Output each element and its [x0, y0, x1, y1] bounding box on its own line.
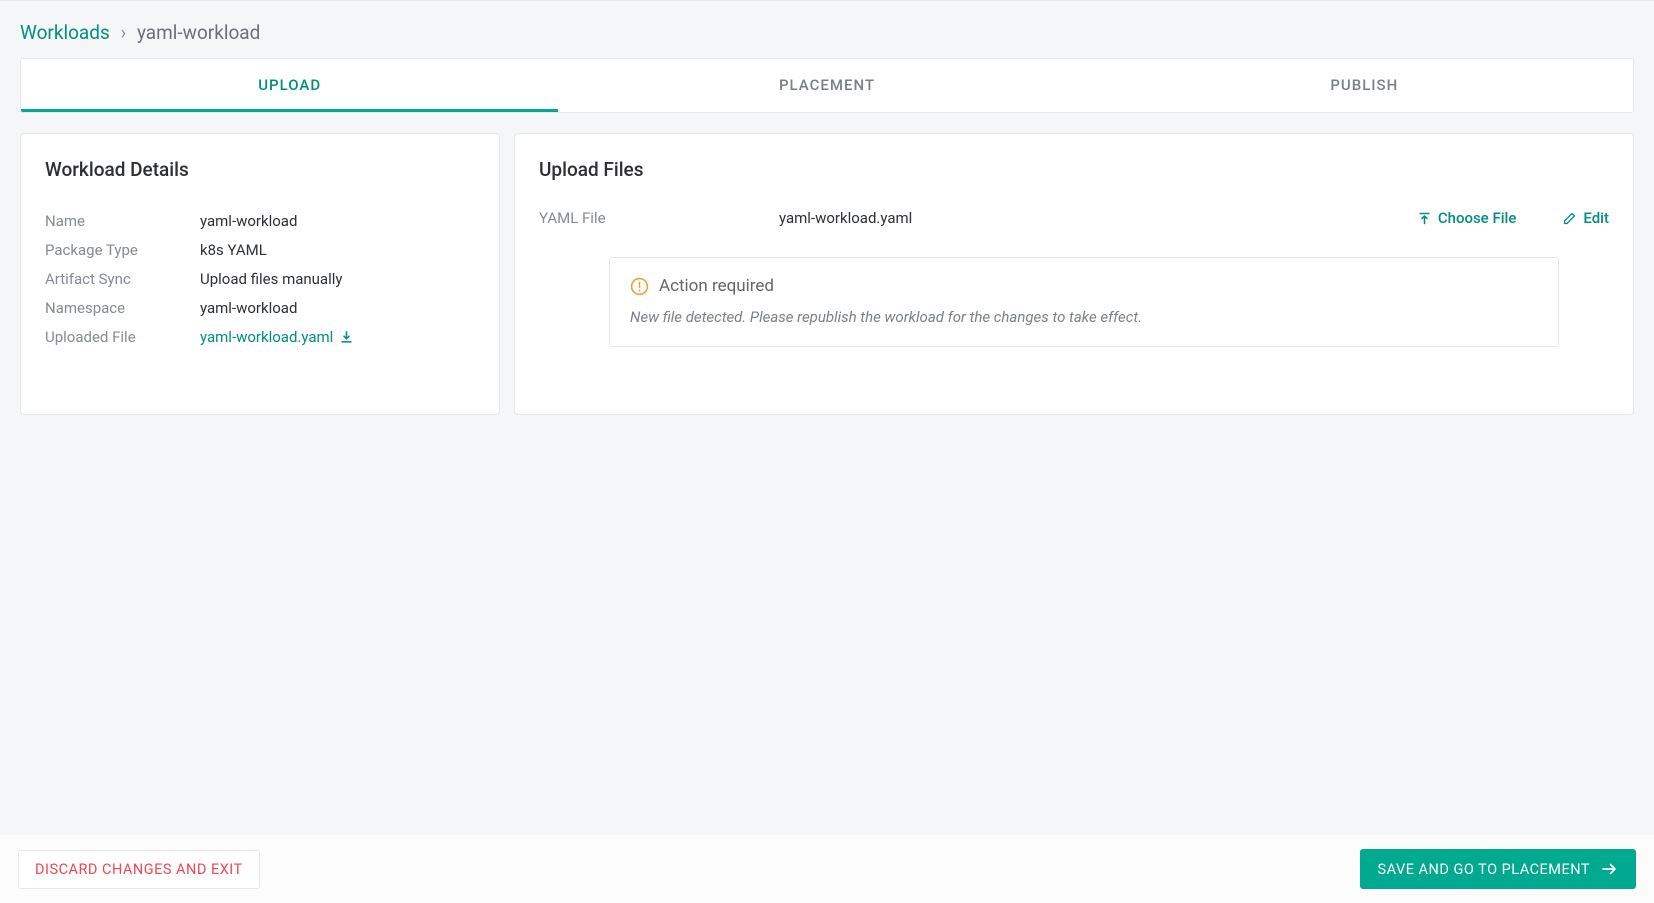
tab-publish[interactable]: PUBLISH: [1096, 59, 1633, 112]
detail-value-artifact-sync: Upload files manually: [200, 267, 343, 291]
footer-action-bar: DISCARD CHANGES AND EXIT SAVE AND GO TO …: [0, 835, 1654, 903]
breadcrumb-root-link[interactable]: Workloads: [20, 21, 110, 44]
detail-row-artifact-sync: Artifact Sync Upload files manually: [45, 267, 475, 291]
yaml-file-row: YAML File yaml-workload.yaml Choose File: [539, 209, 1609, 227]
action-required-alert: Action required New file detected. Pleas…: [609, 257, 1559, 347]
tab-upload[interactable]: UPLOAD: [21, 59, 558, 112]
breadcrumb: Workloads › yaml-workload: [20, 21, 1634, 44]
detail-value-package-type: k8s YAML: [200, 238, 267, 262]
edit-label: Edit: [1583, 209, 1609, 227]
detail-label-artifact-sync: Artifact Sync: [45, 267, 200, 291]
uploaded-file-name: yaml-workload.yaml: [200, 325, 333, 349]
arrow-right-icon: [1600, 860, 1618, 878]
choose-file-label: Choose File: [1438, 209, 1517, 227]
detail-row-uploaded-file: Uploaded File yaml-workload.yaml: [45, 325, 475, 349]
choose-file-button[interactable]: Choose File: [1417, 209, 1517, 227]
detail-row-namespace: Namespace yaml-workload: [45, 296, 475, 320]
upload-files-card: Upload Files YAML File yaml-workload.yam…: [514, 133, 1634, 415]
discard-button[interactable]: DISCARD CHANGES AND EXIT: [18, 850, 260, 889]
upload-icon: [1417, 211, 1432, 226]
workload-details-card: Workload Details Name yaml-workload Pack…: [20, 133, 500, 415]
detail-row-package-type: Package Type k8s YAML: [45, 238, 475, 262]
detail-value-name: yaml-workload: [200, 209, 297, 233]
edit-button[interactable]: Edit: [1562, 209, 1609, 227]
detail-value-namespace: yaml-workload: [200, 296, 297, 320]
breadcrumb-separator: ›: [121, 21, 127, 44]
detail-label-uploaded-file: Uploaded File: [45, 325, 200, 349]
alert-message: New file detected. Please republish the …: [630, 308, 1538, 326]
pencil-icon: [1562, 211, 1577, 226]
tab-bar: UPLOAD PLACEMENT PUBLISH: [20, 58, 1634, 113]
yaml-file-name: yaml-workload.yaml: [779, 209, 1417, 227]
tab-placement[interactable]: PLACEMENT: [558, 59, 1095, 112]
detail-label-package-type: Package Type: [45, 238, 200, 262]
save-button-label: SAVE AND GO TO PLACEMENT: [1378, 861, 1590, 878]
detail-label-name: Name: [45, 209, 200, 233]
uploaded-file-link[interactable]: yaml-workload.yaml: [200, 325, 354, 349]
warning-icon: [630, 277, 649, 296]
detail-row-name: Name yaml-workload: [45, 209, 475, 233]
workload-details-title: Workload Details: [45, 158, 475, 181]
yaml-file-label: YAML File: [539, 209, 779, 227]
download-icon: [339, 330, 354, 345]
save-button[interactable]: SAVE AND GO TO PLACEMENT: [1360, 849, 1636, 889]
upload-files-title: Upload Files: [539, 158, 1609, 181]
alert-title: Action required: [659, 276, 774, 296]
detail-label-namespace: Namespace: [45, 296, 200, 320]
breadcrumb-current: yaml-workload: [137, 21, 260, 44]
